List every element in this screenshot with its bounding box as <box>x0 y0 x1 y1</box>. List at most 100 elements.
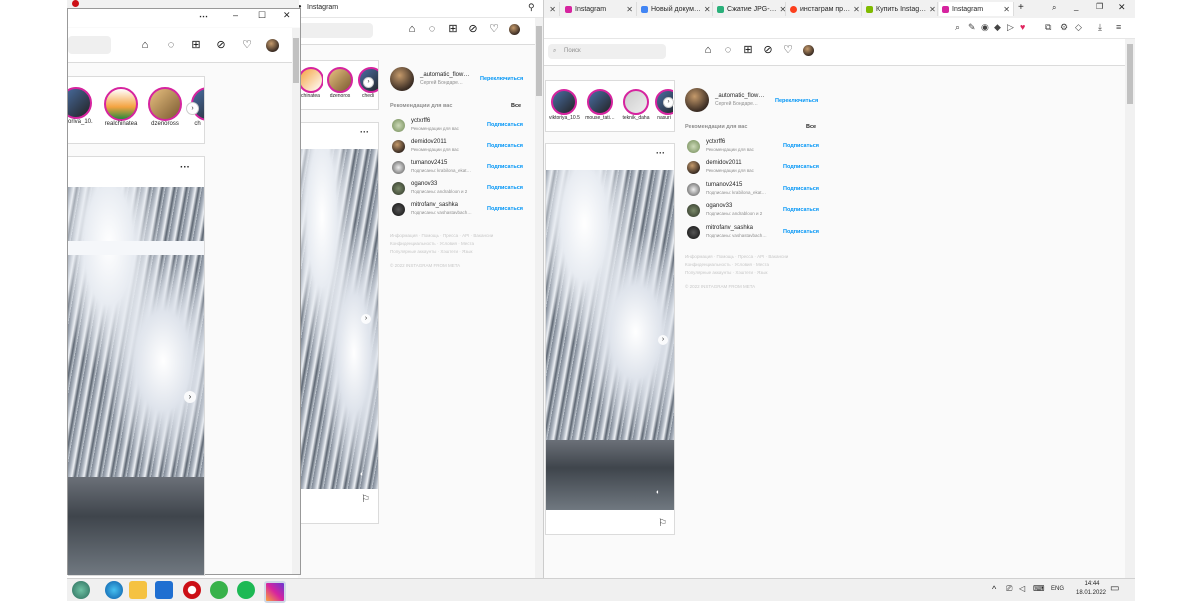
file-explorer-icon[interactable] <box>129 581 147 599</box>
profile-avatar[interactable] <box>685 88 709 112</box>
suggestion-username[interactable]: tumanov2415 <box>706 182 742 188</box>
chevron-right-icon[interactable]: › <box>361 314 371 324</box>
spotify-icon[interactable] <box>237 581 255 599</box>
keyboard-icon[interactable]: ⌨ <box>1033 584 1045 593</box>
story-item[interactable]: mouse_tati… <box>585 89 615 121</box>
start-button[interactable] <box>72 581 90 599</box>
story-item[interactable]: realchinatea <box>101 87 141 127</box>
user-avatar[interactable] <box>392 140 405 153</box>
suggestion-username[interactable]: oganov33 <box>706 203 732 209</box>
follow-button[interactable]: Подписаться <box>487 122 523 128</box>
messenger-icon[interactable]: ◌ <box>426 23 438 35</box>
messenger-icon[interactable]: ◌ <box>722 44 734 56</box>
switch-account-link[interactable]: Переключиться <box>775 98 818 104</box>
home-icon[interactable]: ⌂ <box>406 23 418 35</box>
chevron-right-icon[interactable]: › <box>184 391 196 403</box>
explore-icon[interactable]: ⊘ <box>215 39 227 51</box>
download-icon[interactable]: ⤓ <box>1098 22 1102 33</box>
clock-date[interactable]: 18.01.2022 <box>1071 590 1111 596</box>
edge-icon[interactable] <box>105 581 123 599</box>
close-icon[interactable]: ✕ <box>549 5 556 14</box>
camera-icon[interactable]: ◉ <box>981 22 989 33</box>
user-avatar[interactable] <box>392 203 405 216</box>
heart-icon[interactable]: ♡ <box>241 39 253 51</box>
search-tabs-icon[interactable]: ⌕ <box>1052 3 1056 13</box>
more-options-icon[interactable]: ··· <box>656 148 665 158</box>
profile-username[interactable]: _automatic_flow… <box>715 93 764 99</box>
story-item[interactable]: teknik_daha <box>621 89 651 121</box>
chevron-up-icon[interactable]: ^ <box>992 584 996 594</box>
explore-icon[interactable]: ⊘ <box>762 44 774 56</box>
edit-icon[interactable]: ✎ <box>968 22 976 33</box>
heart-icon[interactable]: ♡ <box>488 23 500 35</box>
search-input[interactable]: ⌕ Поиск <box>548 44 666 59</box>
more-options-icon[interactable]: ··· <box>180 162 190 173</box>
more-options-icon[interactable]: ··· <box>360 127 369 137</box>
home-icon[interactable]: ⌂ <box>139 39 151 51</box>
scrollbar[interactable] <box>535 18 543 578</box>
follow-button[interactable]: Подписаться <box>783 164 819 170</box>
language-indicator[interactable]: ENG <box>1051 586 1064 592</box>
notification-icon[interactable]: ▭ <box>1110 583 1119 594</box>
close-icon[interactable]: ✕ <box>1003 5 1010 14</box>
follow-button[interactable]: Подписаться <box>487 143 523 149</box>
story-item[interactable]: dzenoros <box>326 67 354 99</box>
suggestion-username[interactable]: yctxrff6 <box>706 139 725 145</box>
new-post-icon[interactable]: ⊞ <box>447 23 459 35</box>
close-window-icon[interactable]: ✕ <box>1118 2 1126 13</box>
tab-compress[interactable]: Сжатие JPG-… ✕ <box>714 2 786 16</box>
utorrent-icon[interactable] <box>210 581 228 599</box>
extensions-icon[interactable]: ⚙ <box>1060 22 1068 33</box>
pin-icon[interactable]: ⚲ <box>528 2 535 13</box>
suggestion-username[interactable]: mitrofanv_sashka <box>706 225 753 231</box>
user-avatar[interactable] <box>687 140 700 153</box>
suggestion-username[interactable]: oganov33 <box>411 181 437 187</box>
cube-icon[interactable]: ◇ <box>1075 22 1082 33</box>
mail-icon[interactable] <box>155 581 173 599</box>
suggestion-username[interactable]: mitrofanv_sashka <box>411 202 458 208</box>
see-all-link[interactable]: Все <box>806 124 816 130</box>
follow-button[interactable]: Подписаться <box>783 143 819 149</box>
scrollbar-thumb[interactable] <box>1127 44 1133 104</box>
messenger-icon[interactable]: ◌ <box>165 39 177 51</box>
close-icon[interactable]: ✕ <box>780 5 785 14</box>
tab-docs[interactable]: Новый докум… ✕ <box>638 2 713 16</box>
scrollbar[interactable] <box>1125 39 1135 580</box>
heart-icon[interactable]: ♥ <box>1020 22 1025 32</box>
volume-icon[interactable]: ◁ <box>1019 584 1025 593</box>
bookmark-icon[interactable]: ⚐ <box>361 494 370 505</box>
tab-instagram-active[interactable]: Instagram ✕ <box>939 2 1014 16</box>
profile-avatar[interactable] <box>390 67 414 91</box>
opera-icon[interactable] <box>72 0 79 7</box>
chevron-right-icon[interactable]: › <box>363 77 374 88</box>
maximize-icon[interactable]: ☐ <box>258 10 266 21</box>
user-avatar[interactable] <box>687 204 700 217</box>
tab-instagram-1[interactable]: Instagram ✕ <box>562 2 637 16</box>
user-avatar[interactable] <box>687 161 700 174</box>
story-item[interactable]: viktoriya_10.5 <box>549 89 580 121</box>
search-icon[interactable]: ⌕ <box>955 22 960 33</box>
opera-icon[interactable] <box>183 581 201 599</box>
footer-line[interactable]: Конфиденциальность · Условия · Места <box>685 261 788 269</box>
new-post-icon[interactable]: ⊞ <box>742 44 754 56</box>
profile-avatar[interactable] <box>509 24 520 35</box>
explore-icon[interactable]: ⊘ <box>467 23 479 35</box>
scrollbar-thumb[interactable] <box>293 38 299 83</box>
send-icon[interactable]: ▷ <box>1007 22 1014 33</box>
suggestion-username[interactable]: demidov2011 <box>706 160 742 166</box>
story-item[interactable]: dzenoross <box>146 87 184 127</box>
close-window-icon[interactable]: ✕ <box>283 10 291 21</box>
close-icon[interactable]: ✕ <box>853 5 860 14</box>
follow-button[interactable]: Подписаться <box>487 185 523 191</box>
scrollbar[interactable] <box>292 28 300 574</box>
search-input[interactable] <box>68 36 111 54</box>
footer-line[interactable]: Информация · Помощь · Пресса · API · Вак… <box>685 253 788 261</box>
chevron-right-icon[interactable]: › <box>658 335 668 345</box>
story-item[interactable]: oriva_10.5 <box>68 87 93 125</box>
suggestion-username[interactable]: demidov2011 <box>411 139 447 145</box>
user-avatar[interactable] <box>687 226 700 239</box>
user-avatar[interactable] <box>392 161 405 174</box>
suggestion-username[interactable]: tumanov2415 <box>411 160 447 166</box>
close-icon[interactable]: ✕ <box>704 5 711 14</box>
restore-icon[interactable]: ❐ <box>1096 2 1103 11</box>
